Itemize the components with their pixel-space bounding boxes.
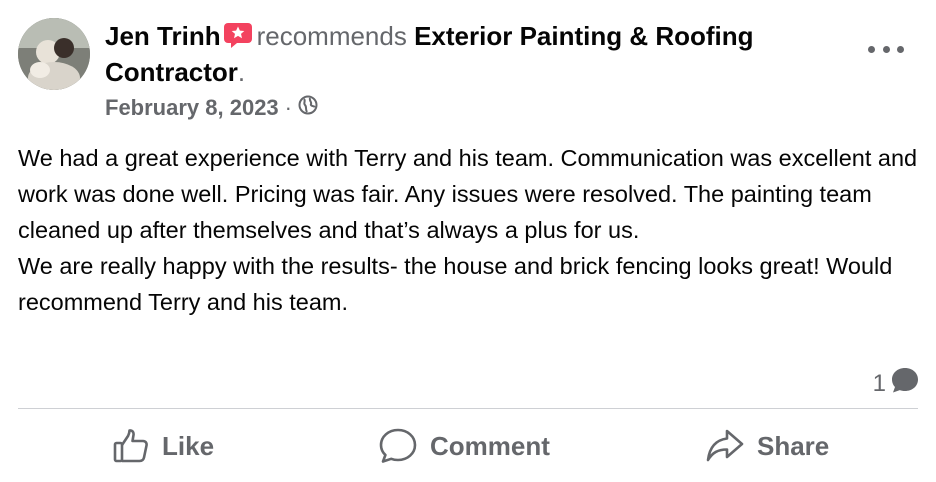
post-paragraph: We had a great experience with Terry and…: [18, 145, 918, 243]
share-button[interactable]: Share: [705, 418, 829, 474]
post-date[interactable]: February 8, 2023: [105, 92, 279, 124]
more-dot-icon: [897, 45, 904, 53]
share-arrow-icon: [705, 427, 745, 465]
more-options-button[interactable]: [868, 34, 904, 64]
comment-label: Comment: [430, 430, 550, 461]
post-paragraph: We are really happy with the results- th…: [18, 253, 893, 315]
divider: [18, 408, 918, 409]
like-button[interactable]: Like: [112, 418, 214, 474]
more-dot-icon: [882, 45, 890, 53]
post-header: Jen Trinh recommends Exterior Painting & …: [105, 18, 825, 90]
author-name[interactable]: Jen Trinh: [105, 21, 221, 51]
post-body: We had a great experience with Terry and…: [18, 140, 918, 320]
recommendation-post: Jen Trinh recommends Exterior Painting & …: [0, 0, 936, 482]
globe-icon: [298, 92, 318, 124]
recommends-label: recommends: [256, 21, 407, 51]
more-dot-icon: [868, 45, 875, 53]
like-label: Like: [162, 430, 215, 461]
comment-bubble-icon: [890, 366, 920, 401]
share-label: Share: [757, 430, 830, 461]
comment-icon: [378, 427, 418, 465]
action-bar: Like Comment Share: [0, 418, 936, 474]
comment-button[interactable]: Comment: [378, 418, 550, 474]
recommend-star-icon: [223, 21, 253, 48]
header-period: .: [237, 57, 246, 87]
avatar[interactable]: [18, 18, 90, 90]
comment-count[interactable]: 1: [873, 366, 920, 401]
avatar-photo: [18, 18, 90, 90]
comment-count-value: 1: [872, 369, 886, 397]
thumbs-up-icon: [112, 427, 150, 465]
post-meta: February 8, 2023 ·: [105, 92, 318, 124]
meta-separator: ·: [284, 95, 292, 120]
